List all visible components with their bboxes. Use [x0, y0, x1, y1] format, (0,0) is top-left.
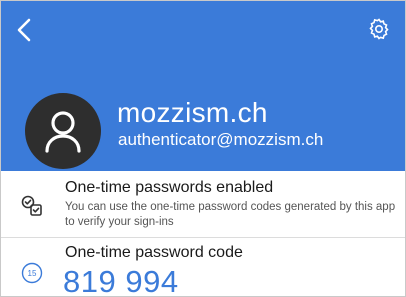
person-icon [45, 111, 81, 153]
settings-button[interactable] [363, 13, 395, 45]
account-name: mozzism.ch [117, 97, 268, 128]
avatar [25, 93, 101, 169]
otp-enabled-row[interactable]: One-time passwords enabled You can use t… [1, 171, 405, 237]
account-email: authenticator@mozzism.ch [118, 130, 324, 149]
chevron-left-icon [17, 18, 31, 42]
timer-icon: 15 [19, 260, 45, 286]
gear-icon [369, 18, 389, 40]
back-button[interactable] [11, 15, 37, 45]
otp-enabled-title: One-time passwords enabled [65, 179, 274, 196]
otp-enabled-description: You can use the one-time password codes … [65, 201, 396, 228]
otp-code-row[interactable]: 15 One-time password code 819 994 [1, 238, 405, 296]
authenticator-account-screen: mozzism.ch authenticator@mozzism.ch One-… [0, 0, 406, 297]
otp-code-title: One-time password code [65, 244, 243, 261]
checklist-icon [19, 193, 45, 219]
otp-code-value[interactable]: 819 994 [63, 264, 179, 296]
account-header: mozzism.ch authenticator@mozzism.ch [1, 1, 405, 171]
timer-seconds: 15 [28, 269, 37, 278]
